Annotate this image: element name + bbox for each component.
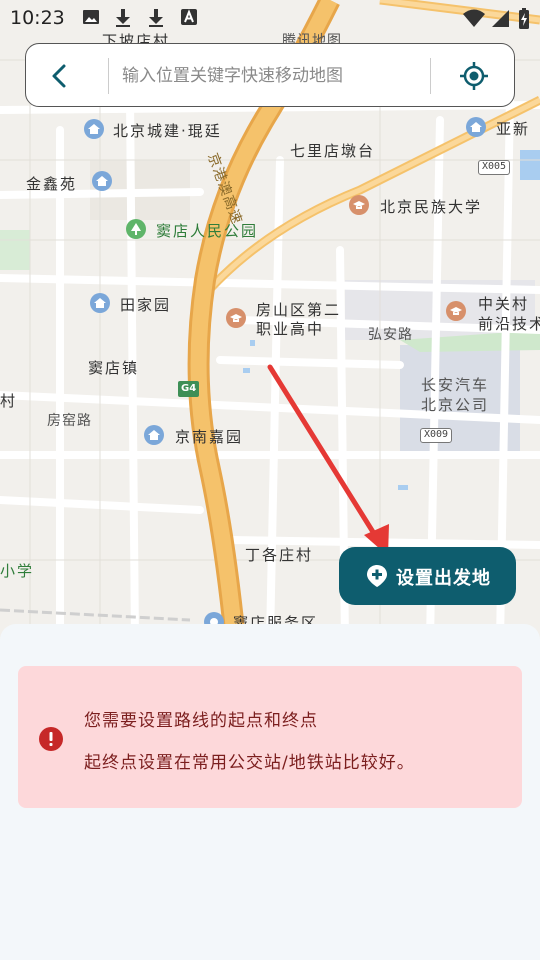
- image-icon: [83, 10, 99, 24]
- chevron-left-icon: [52, 64, 66, 88]
- set-start-label: 设置出发地: [396, 568, 491, 589]
- search-bar: [25, 43, 515, 107]
- divider: [108, 58, 109, 94]
- font-icon: [181, 9, 197, 25]
- status-time: 10:23: [10, 7, 65, 29]
- wifi-icon: [463, 9, 485, 27]
- battery-charging-icon: [519, 8, 529, 29]
- signal-icon: [492, 10, 509, 27]
- divider: [430, 58, 431, 94]
- locate-button[interactable]: [454, 58, 494, 94]
- search-input[interactable]: [122, 56, 422, 96]
- alert-message-1: 您需要设置路线的起点和终点: [84, 711, 318, 731]
- bottom-sheet: 您需要设置路线的起点和终点 起终点设置在常用公交站/地铁站比较好。: [0, 624, 540, 960]
- set-start-button[interactable]: 设置出发地: [339, 547, 516, 605]
- alert-message-2: 起终点设置在常用公交站/地铁站比较好。: [84, 753, 415, 773]
- download-icon: [149, 9, 163, 27]
- error-icon: [39, 727, 63, 751]
- download-icon: [116, 9, 130, 27]
- pin-plus-icon: [367, 565, 387, 587]
- status-bar: 10:23: [0, 0, 540, 38]
- back-button[interactable]: [40, 56, 80, 96]
- alert-box: 您需要设置路线的起点和终点 起终点设置在常用公交站/地铁站比较好。: [18, 666, 522, 808]
- crosshair-icon: [460, 62, 488, 90]
